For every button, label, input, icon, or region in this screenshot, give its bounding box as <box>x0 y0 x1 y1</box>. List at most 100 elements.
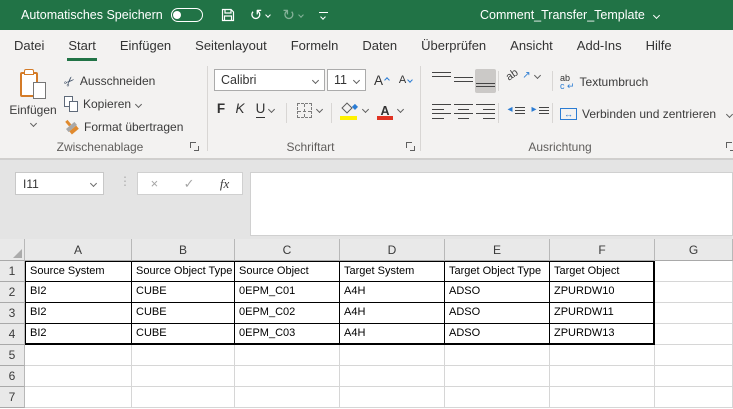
alignment-dialog-launcher-icon[interactable] <box>726 142 733 152</box>
tab-einf-gen[interactable]: Einfügen <box>108 30 183 61</box>
paste-dropdown-icon[interactable] <box>29 120 36 127</box>
orientation-dropdown-icon[interactable] <box>534 71 541 78</box>
cell-B3[interactable]: CUBE <box>132 303 235 324</box>
tab-seitenlayout[interactable]: Seitenlayout <box>183 30 279 61</box>
cell-B5[interactable] <box>132 345 235 366</box>
row-header-2[interactable]: 2 <box>0 282 25 303</box>
cell-G3[interactable] <box>655 303 733 324</box>
align-center-button[interactable] <box>453 101 474 125</box>
cell-F7[interactable] <box>550 387 655 408</box>
fill-color-button[interactable]: ◆ <box>338 101 370 125</box>
merge-center-dropdown-icon[interactable] <box>726 110 733 117</box>
tab-daten[interactable]: Daten <box>350 30 409 61</box>
font-color-button[interactable]: A <box>374 101 406 125</box>
tab-start[interactable]: Start <box>56 30 107 61</box>
cell-F1[interactable]: Target Object <box>550 261 655 282</box>
cell-C4[interactable]: 0EPM_C03 <box>235 324 340 345</box>
cell-F2[interactable]: ZPURDW10 <box>550 282 655 303</box>
align-top-button[interactable] <box>431 69 452 93</box>
save-button[interactable] <box>220 7 236 23</box>
cut-button[interactable]: ✂ Ausschneiden <box>64 71 155 91</box>
cell-B4[interactable]: CUBE <box>132 324 235 345</box>
font-color-dropdown-icon[interactable] <box>397 106 404 113</box>
cell-A5[interactable] <box>25 345 132 366</box>
cell-F4[interactable]: ZPURDW13 <box>550 324 655 345</box>
row-header-3[interactable]: 3 <box>0 303 25 324</box>
tab-datei[interactable]: Datei <box>2 30 56 61</box>
increase-font-button[interactable]: A <box>370 69 393 91</box>
borders-button[interactable] <box>293 101 325 125</box>
autosave-toggle[interactable] <box>171 8 203 22</box>
column-header-f[interactable]: F <box>550 239 655 261</box>
cell-G6[interactable] <box>655 366 733 387</box>
font-size-dropdown-icon[interactable] <box>353 76 360 83</box>
cell-F3[interactable]: ZPURDW11 <box>550 303 655 324</box>
cell-E3[interactable]: ADSO <box>445 303 550 324</box>
column-header-a[interactable]: A <box>25 239 132 261</box>
column-header-c[interactable]: C <box>235 239 340 261</box>
cell-C6[interactable] <box>235 366 340 387</box>
cell-C7[interactable] <box>235 387 340 408</box>
cell-G4[interactable] <box>655 324 733 345</box>
cell-B1[interactable]: Source Object Type <box>132 261 235 282</box>
cell-C1[interactable]: Source Object <box>235 261 340 282</box>
cell-A6[interactable] <box>25 366 132 387</box>
row-header-1[interactable]: 1 <box>0 261 25 282</box>
align-right-button[interactable] <box>475 101 496 125</box>
cell-A7[interactable] <box>25 387 132 408</box>
cell-D3[interactable]: A4H <box>340 303 445 324</box>
cell-E5[interactable] <box>445 345 550 366</box>
tab-add-ins[interactable]: Add-Ins <box>565 30 634 61</box>
cell-B7[interactable] <box>132 387 235 408</box>
cell-D4[interactable]: A4H <box>340 324 445 345</box>
font-dialog-launcher-icon[interactable] <box>406 142 416 152</box>
cell-F5[interactable] <box>550 345 655 366</box>
name-box-dropdown-icon[interactable] <box>90 180 97 187</box>
cell-D7[interactable] <box>340 387 445 408</box>
underline-button[interactable]: U <box>250 101 280 125</box>
column-header-e[interactable]: E <box>445 239 550 261</box>
row-header-5[interactable]: 5 <box>0 345 25 366</box>
bold-button[interactable]: F <box>212 101 230 125</box>
cell-F6[interactable] <box>550 366 655 387</box>
cell-A3[interactable]: BI2 <box>25 303 132 324</box>
font-name-select[interactable]: Calibri <box>214 69 325 91</box>
undo-dropdown-icon[interactable] <box>265 12 271 18</box>
enter-button[interactable]: ✓ <box>184 176 195 192</box>
undo-button[interactable]: ↺ <box>250 8 271 23</box>
name-box[interactable]: I11 <box>15 172 104 195</box>
tab--berpr-fen[interactable]: Überprüfen <box>409 30 498 61</box>
cell-D5[interactable] <box>340 345 445 366</box>
formula-input[interactable] <box>250 172 733 236</box>
autosave-control[interactable]: Automatisches Speichern <box>21 8 203 22</box>
cell-A1[interactable]: Source System <box>25 261 132 282</box>
title-dropdown-icon[interactable] <box>653 11 660 18</box>
underline-dropdown-icon[interactable] <box>268 106 275 113</box>
cell-G7[interactable] <box>655 387 733 408</box>
cell-D1[interactable]: Target System <box>340 261 445 282</box>
align-bottom-button[interactable] <box>475 69 496 93</box>
tab-formeln[interactable]: Formeln <box>279 30 351 61</box>
row-header-7[interactable]: 7 <box>0 387 25 408</box>
cell-E2[interactable]: ADSO <box>445 282 550 303</box>
column-header-d[interactable]: D <box>340 239 445 261</box>
cell-C2[interactable]: 0EPM_C01 <box>235 282 340 303</box>
cell-G1[interactable] <box>655 261 733 282</box>
cell-G5[interactable] <box>655 345 733 366</box>
font-size-select[interactable]: 11 <box>327 69 366 91</box>
increase-indent-button[interactable]: ▸ <box>529 101 551 125</box>
copy-dropdown-icon[interactable] <box>135 100 142 107</box>
cell-E6[interactable] <box>445 366 550 387</box>
italic-button[interactable]: K <box>231 101 249 125</box>
format-painter-button[interactable]: Format übertragen <box>64 117 183 137</box>
row-header-6[interactable]: 6 <box>0 366 25 387</box>
insert-function-button[interactable]: fx <box>220 176 229 192</box>
cell-A2[interactable]: BI2 <box>25 282 132 303</box>
column-header-g[interactable]: G <box>655 239 733 261</box>
fill-color-dropdown-icon[interactable] <box>362 106 369 113</box>
cell-D6[interactable] <box>340 366 445 387</box>
cell-B6[interactable] <box>132 366 235 387</box>
tab-hilfe[interactable]: Hilfe <box>634 30 684 61</box>
cell-C3[interactable]: 0EPM_C02 <box>235 303 340 324</box>
cell-E4[interactable]: ADSO <box>445 324 550 345</box>
